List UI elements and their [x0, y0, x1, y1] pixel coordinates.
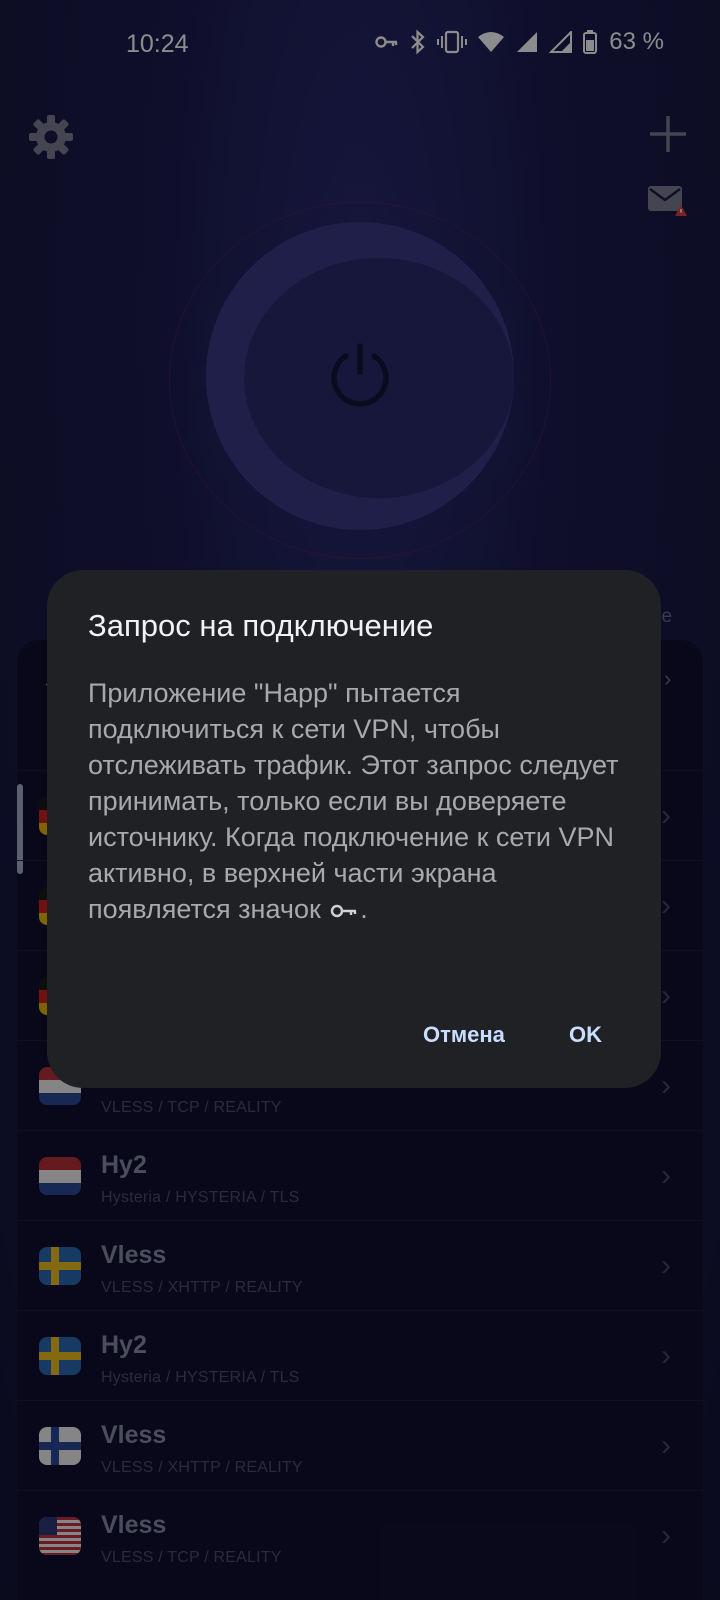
dialog-message-end: . [360, 894, 368, 924]
cancel-button[interactable]: Отмена [423, 1022, 505, 1048]
ok-button[interactable]: OK [569, 1022, 602, 1048]
vpn-key-icon [331, 904, 357, 918]
vpn-connection-request-dialog: Запрос на подключение Приложение "Happ" … [47, 570, 661, 1088]
dialog-title: Запрос на подключение [88, 608, 434, 643]
dialog-message: Приложение "Happ" пытается подключиться … [88, 675, 636, 927]
dialog-message-text: Приложение "Happ" пытается подключиться … [88, 678, 619, 924]
